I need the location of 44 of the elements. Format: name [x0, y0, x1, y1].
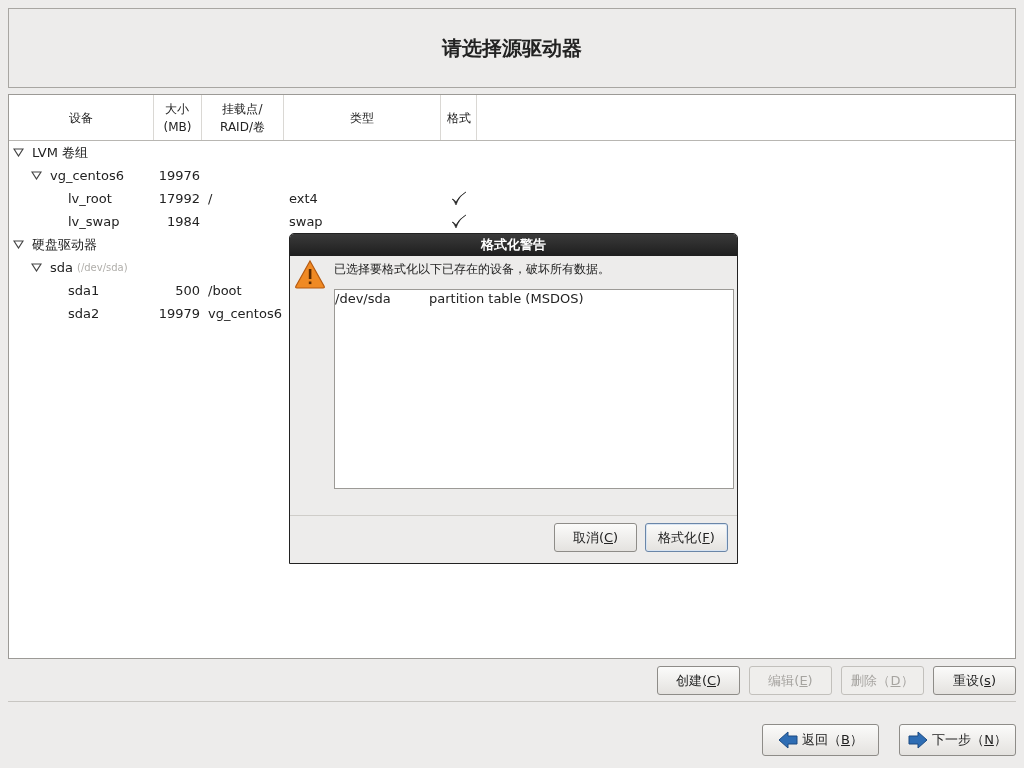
dialog-title: 格式化警告	[481, 236, 546, 254]
size-cell: 19976	[158, 168, 200, 183]
collapse-triangle-icon[interactable]	[31, 171, 42, 180]
checkmark-icon	[451, 214, 467, 229]
mount-cell: /boot	[208, 283, 242, 298]
size-cell: 17992	[158, 191, 200, 206]
device-path-cell-text: /dev/sda	[335, 291, 392, 306]
mount-cell: vg_centos6	[208, 306, 282, 321]
action-button[interactable]: 重设(s)	[933, 666, 1016, 695]
mount-column-header[interactable]: 挂载点/ RAID/卷	[202, 95, 284, 140]
mount-cell: /	[208, 191, 213, 206]
warning-message: 已选择要格式化以下已存在的设备，破坏所有数据。	[334, 261, 610, 278]
dialog-button[interactable]: 取消(C)	[554, 523, 637, 552]
device-name: sda2	[68, 306, 100, 321]
device-column-header[interactable]: 设备	[9, 95, 154, 140]
left-arrow-icon	[778, 731, 799, 749]
action-button[interactable]: 创建(C)	[657, 666, 740, 695]
next-button[interactable]: 下一步（N）	[899, 724, 1016, 756]
device-name: 硬盘驱动器	[32, 235, 97, 254]
right-arrow-icon	[908, 731, 929, 749]
page-title: 请选择源驱动器	[442, 34, 582, 62]
size-column-header[interactable]: 大小 (MB)	[154, 95, 202, 140]
collapse-triangle-icon[interactable]	[13, 148, 24, 157]
dialog-button[interactable]: 格式化(F)	[645, 523, 728, 552]
device-name: vg_centos6	[50, 168, 124, 183]
device-name: lv_swap	[68, 214, 120, 229]
warning-icon	[294, 259, 326, 289]
format-column-header[interactable]: 格式	[441, 95, 477, 140]
back-button[interactable]: 返回（B）	[762, 724, 879, 756]
device-name: LVM 卷组	[32, 143, 89, 162]
device-path: (/dev/sda)	[77, 262, 128, 273]
size-cell: 19979	[158, 306, 200, 321]
device-name: sda	[50, 260, 73, 275]
checkmark-icon	[451, 191, 467, 206]
device-name: sda1	[68, 283, 100, 298]
type-cell: swap	[289, 214, 323, 229]
device-name: lv_root	[68, 191, 112, 206]
type-column-header[interactable]: 类型	[284, 95, 441, 140]
size-cell: 1984	[166, 214, 200, 229]
type-cell: ext4	[289, 191, 318, 206]
description-cell: partition table (MSDOS)	[429, 291, 584, 306]
collapse-triangle-icon[interactable]	[13, 240, 24, 249]
collapse-triangle-icon[interactable]	[31, 263, 42, 272]
size-cell: 500	[175, 283, 200, 298]
